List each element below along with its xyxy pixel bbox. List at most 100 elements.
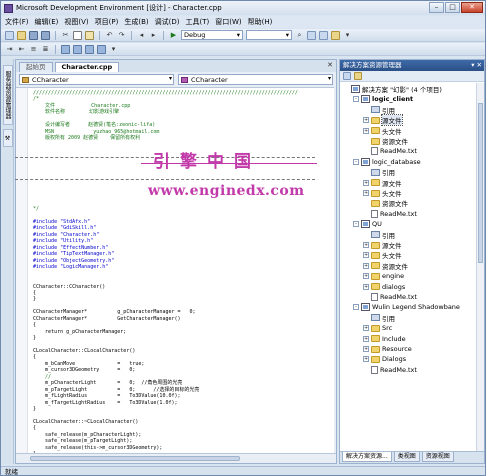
next-bookmark-icon[interactable] (73, 44, 82, 54)
toolbar-options-icon[interactable]: ▾ (343, 31, 352, 40)
expand-icon[interactable]: + (363, 127, 369, 134)
start-debug-icon[interactable]: ▶ (169, 31, 178, 40)
collapse-icon[interactable]: - (353, 158, 359, 165)
show-all-files-icon[interactable] (354, 72, 362, 80)
tab-class-view[interactable]: 类视图 (393, 452, 420, 462)
expand-icon[interactable]: + (363, 179, 369, 186)
expand-icon[interactable]: + (363, 335, 369, 342)
tree-item[interactable]: + dialogs (363, 282, 405, 292)
close-document-icon[interactable]: ✕ (327, 61, 333, 69)
expand-icon[interactable]: + (363, 117, 369, 124)
menu-edit[interactable]: 编辑(E) (35, 17, 59, 27)
tree-item[interactable]: ReadMe.txt (363, 365, 417, 375)
comment-icon[interactable]: ≡ (29, 45, 38, 54)
navigate-forward-icon[interactable]: ▸ (149, 31, 158, 40)
close-button[interactable]: ✕ (461, 2, 483, 13)
find-combo[interactable]: ▾ (246, 30, 292, 40)
tree-item[interactable]: ReadMe.txt (363, 292, 417, 302)
tree-item[interactable]: + engine (363, 271, 404, 281)
tree-item[interactable]: + 头文件 (363, 126, 402, 136)
copy-icon[interactable] (73, 30, 82, 40)
prev-bookmark-icon[interactable] (85, 44, 94, 54)
indent-icon[interactable]: ⇥ (5, 45, 14, 54)
tree-item[interactable]: 资源文件 (363, 136, 408, 146)
bookmark-icon[interactable] (61, 44, 70, 54)
tree-item[interactable]: + Dialogs (363, 354, 406, 364)
save-all-icon[interactable] (41, 30, 50, 40)
new-project-icon[interactable] (5, 30, 14, 40)
tree-item[interactable]: + 头文件 (363, 188, 402, 198)
tree-item[interactable]: + Resource (363, 344, 412, 354)
tree-item[interactable]: + 源文件 (363, 178, 402, 188)
tab-character-cpp[interactable]: Character.cpp (54, 62, 120, 72)
tab-resource-view[interactable]: 资源视图 (421, 452, 454, 462)
collapse-icon[interactable]: - (353, 221, 359, 228)
tree-item[interactable]: + Src (363, 323, 392, 333)
tree-item[interactable]: + 源文件 (363, 240, 402, 250)
tree-item[interactable]: - logic_client (353, 94, 413, 104)
tree-item[interactable]: 引用 (363, 167, 395, 177)
properties-icon[interactable] (343, 72, 351, 80)
expand-icon[interactable]: + (363, 325, 369, 332)
uncomment-icon[interactable]: ≣ (41, 45, 50, 54)
vertical-scrollbar[interactable] (476, 83, 484, 451)
tree-item[interactable]: + 源文件 (363, 114, 403, 127)
paste-icon[interactable] (85, 30, 94, 40)
menu-window[interactable]: 窗口(W) (215, 17, 241, 27)
redo-icon[interactable]: ↷ (117, 31, 126, 40)
undo-icon[interactable]: ↶ (105, 31, 114, 40)
tab-solution-explorer[interactable]: 解决方案资源... (342, 452, 392, 462)
properties-icon[interactable] (319, 30, 328, 40)
tree-item[interactable]: ReadMe.txt (363, 209, 417, 219)
panel-buttons[interactable]: ▾ ✕ (471, 60, 482, 71)
open-folder-icon[interactable] (17, 30, 26, 40)
tree-item[interactable]: + Include (363, 334, 406, 344)
expand-icon[interactable]: + (363, 242, 369, 248)
expand-icon[interactable]: + (363, 356, 369, 363)
tree-item[interactable]: ReadMe.txt (363, 146, 417, 156)
toolbox-tab[interactable]: ⚒ (3, 129, 13, 147)
menu-file[interactable]: 文件(F) (5, 17, 29, 27)
menu-help[interactable]: 帮助(H) (248, 17, 273, 27)
expand-icon[interactable]: + (363, 262, 369, 269)
tree-item[interactable]: - QU (353, 219, 382, 229)
tree-item[interactable]: + 头文件 (363, 250, 402, 260)
collapse-icon[interactable]: - (353, 96, 359, 103)
scroll-thumb[interactable] (30, 456, 240, 461)
expand-icon[interactable]: + (363, 252, 369, 259)
expand-icon[interactable]: + (363, 346, 369, 352)
menu-build[interactable]: 生成(B) (124, 17, 148, 27)
tree-item[interactable]: - Wulin Legend Shadowbane (353, 302, 460, 312)
solution-config-dropdown[interactable]: Debug ▾ (181, 30, 243, 40)
expand-icon[interactable]: + (363, 273, 369, 280)
scroll-thumb[interactable] (478, 103, 483, 263)
toolbox-icon[interactable] (331, 30, 340, 40)
tree-item[interactable]: 解决方案 "幻影" (4 个项目) (343, 84, 442, 94)
navigate-back-icon[interactable]: ◂ (137, 31, 146, 40)
clear-bookmarks-icon[interactable] (97, 44, 106, 54)
tree-item[interactable]: + 资源文件 (363, 261, 408, 271)
tree-item[interactable]: 资源文件 (363, 198, 408, 208)
find-icon[interactable]: ⌕ (295, 31, 304, 40)
horizontal-scrollbar[interactable] (16, 453, 336, 463)
tree-item[interactable]: - logic_database (353, 157, 421, 167)
menu-tools[interactable]: 工具(T) (185, 17, 209, 27)
maximize-button[interactable]: □ (445, 2, 460, 13)
class-dropdown[interactable]: CCharacter ▾ (19, 74, 174, 85)
tree-item[interactable]: 引用 (363, 230, 395, 240)
tree-item[interactable]: 引用 (363, 313, 395, 323)
expand-icon[interactable]: + (363, 190, 369, 196)
menu-debug[interactable]: 调试(D) (155, 17, 180, 27)
menu-view[interactable]: 视图(V) (64, 17, 88, 27)
expand-icon[interactable]: + (363, 283, 369, 290)
tree-item[interactable]: 引用 (363, 105, 395, 115)
menu-project[interactable]: 项目(P) (95, 17, 119, 27)
member-dropdown[interactable]: CCharacter ▾ (178, 74, 333, 85)
solution-explorer-icon[interactable] (307, 30, 316, 40)
tab-start-page[interactable]: 起始页 (19, 62, 53, 72)
server-explorer-tab[interactable]: 服务器资源管理器 (3, 65, 13, 125)
minimize-button[interactable]: – (429, 2, 444, 13)
outdent-icon[interactable]: ⇤ (17, 45, 26, 54)
cut-icon[interactable]: ✂ (61, 31, 70, 40)
code-text-area[interactable]: ////////////////////////////////////////… (16, 87, 334, 453)
